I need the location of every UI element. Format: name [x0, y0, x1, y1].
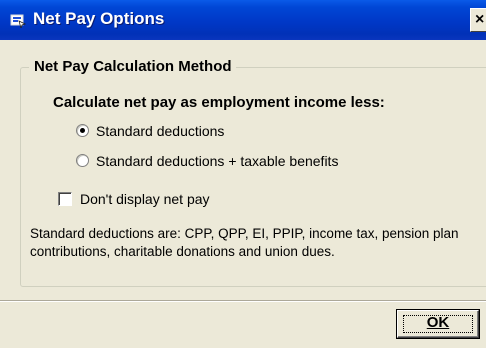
close-button[interactable]: ×	[470, 8, 486, 32]
groupbox-legend: Net Pay Calculation Method	[29, 58, 236, 76]
close-icon: ×	[475, 11, 485, 28]
standard-deductions-note: Standard deductions are: CPP, QPP, EI, P…	[30, 226, 459, 259]
radio-button-unselected[interactable]	[76, 154, 89, 167]
radio-standard-deductions[interactable]: Standard deductions	[76, 123, 276, 141]
radio-button-selected[interactable]	[76, 124, 89, 137]
net-pay-options-dialog: Net Pay Options × Net Pay Calculation Me…	[0, 0, 486, 348]
checkbox-box[interactable]	[58, 192, 72, 206]
title-bar[interactable]: Net Pay Options ×	[0, 0, 486, 40]
ok-button[interactable]: OK	[397, 310, 479, 338]
dialog-app-icon	[10, 14, 26, 28]
ok-button-label: OK	[426, 314, 450, 331]
radio-label: Standard deductions	[96, 123, 225, 139]
radio-standard-deductions-taxable-benefits[interactable]: Standard deductions + taxable benefits	[76, 153, 376, 171]
calculation-heading: Calculate net pay as employment income l…	[53, 94, 385, 111]
window-title: Net Pay Options	[33, 9, 165, 28]
dont-display-net-pay-checkbox[interactable]: Don't display net pay	[58, 191, 258, 209]
checkbox-label: Don't display net pay	[80, 191, 210, 207]
radio-dot-icon	[80, 128, 85, 133]
footer-divider	[0, 300, 486, 302]
radio-label: Standard deductions + taxable benefits	[96, 153, 339, 169]
